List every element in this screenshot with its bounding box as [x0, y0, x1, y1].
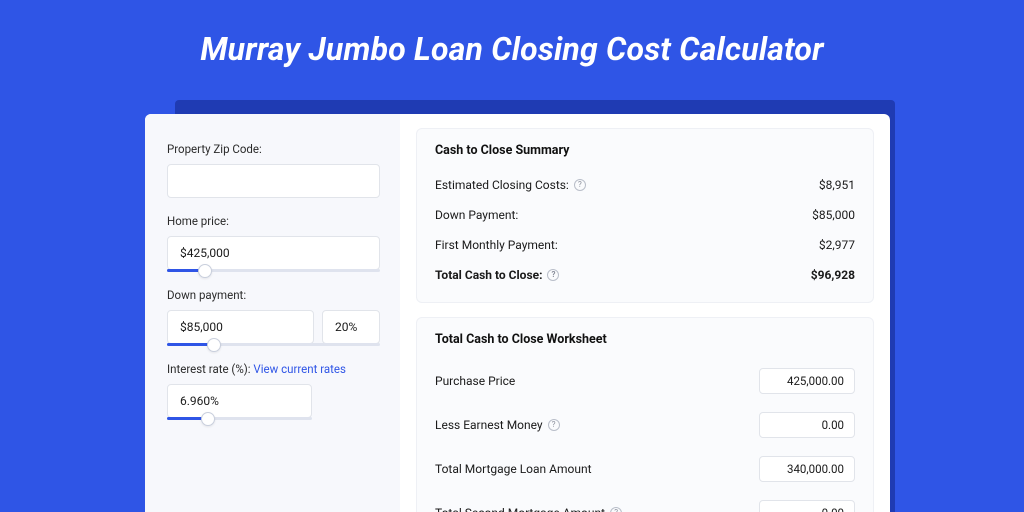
inputs-panel: Property Zip Code: Home price: $425,000 …: [145, 114, 400, 512]
summary-row-label: Estimated Closing Costs:: [435, 178, 569, 192]
summary-row: Estimated Closing Costs: ? $8,951: [435, 170, 855, 200]
worksheet-heading: Total Cash to Close Worksheet: [435, 332, 855, 347]
cash-to-close-summary: Cash to Close Summary Estimated Closing …: [416, 128, 874, 303]
slider-thumb[interactable]: [198, 264, 212, 278]
worksheet-row: Total Mortgage Loan Amount 340,000.00: [435, 447, 855, 491]
home-price-label: Home price:: [167, 214, 380, 228]
worksheet-row-label: Purchase Price: [435, 374, 515, 388]
interest-value: 6.960%: [180, 394, 219, 408]
slider-thumb[interactable]: [207, 338, 221, 352]
down-payment-field: Down payment: $85,000 20%: [167, 288, 380, 346]
cash-to-close-worksheet: Total Cash to Close Worksheet Purchase P…: [416, 317, 874, 512]
zip-field: Property Zip Code:: [167, 142, 380, 198]
view-current-rates-link[interactable]: View current rates: [253, 362, 346, 376]
summary-heading: Cash to Close Summary: [435, 143, 855, 158]
help-icon[interactable]: ?: [547, 269, 559, 281]
worksheet-row-label: Total Second Mortgage Amount: [435, 506, 605, 512]
summary-row-value: $85,000: [812, 208, 855, 222]
worksheet-row-value: 0.00: [822, 418, 844, 432]
down-payment-input[interactable]: $85,000: [167, 310, 314, 344]
summary-total-label: Total Cash to Close:: [435, 268, 542, 282]
summary-row-label: First Monthly Payment:: [435, 238, 558, 252]
zip-label: Property Zip Code:: [167, 142, 380, 156]
help-icon[interactable]: ?: [574, 179, 586, 191]
down-payment-label: Down payment:: [167, 288, 380, 302]
help-icon[interactable]: ?: [548, 419, 560, 431]
worksheet-input[interactable]: 0.00: [759, 412, 855, 438]
slider-thumb[interactable]: [201, 412, 215, 426]
down-payment-pct-value: 20%: [335, 320, 357, 334]
worksheet-row-label: Less Earnest Money: [435, 418, 543, 432]
summary-row-value: $2,977: [819, 238, 855, 252]
summary-row-label: Down Payment:: [435, 208, 518, 222]
worksheet-row: Purchase Price 425,000.00: [435, 359, 855, 403]
summary-total-value: $96,928: [811, 268, 855, 282]
worksheet-input[interactable]: 425,000.00: [759, 368, 855, 394]
worksheet-row: Total Second Mortgage Amount ? 0.00: [435, 491, 855, 512]
down-payment-slider[interactable]: [167, 343, 380, 346]
calculator-card: Property Zip Code: Home price: $425,000 …: [145, 114, 890, 512]
summary-row: Down Payment: $85,000: [435, 200, 855, 230]
worksheet-input[interactable]: 340,000.00: [759, 456, 855, 482]
summary-row-value: $8,951: [819, 178, 855, 192]
worksheet-row-label: Total Mortgage Loan Amount: [435, 462, 592, 476]
interest-label: Interest rate (%): View current rates: [167, 362, 380, 376]
home-price-slider[interactable]: [167, 269, 380, 272]
worksheet-row-value: 0.00: [822, 506, 844, 512]
worksheet-row-value: 340,000.00: [787, 462, 844, 476]
worksheet-row: Less Earnest Money ? 0.00: [435, 403, 855, 447]
interest-input[interactable]: 6.960%: [167, 384, 312, 418]
down-payment-pct-input[interactable]: 20%: [322, 310, 380, 344]
home-price-value: $425,000: [180, 246, 230, 260]
worksheet-row-value: 425,000.00: [787, 374, 844, 388]
summary-row: First Monthly Payment: $2,977: [435, 230, 855, 260]
worksheet-input[interactable]: 0.00: [759, 500, 855, 512]
home-price-field: Home price: $425,000: [167, 214, 380, 272]
interest-field: Interest rate (%): View current rates 6.…: [167, 362, 380, 420]
summary-total-row: Total Cash to Close: ? $96,928: [435, 260, 855, 290]
home-price-input[interactable]: $425,000: [167, 236, 380, 270]
page-title: Murray Jumbo Loan Closing Cost Calculato…: [0, 0, 1024, 88]
help-icon[interactable]: ?: [610, 507, 622, 512]
zip-input[interactable]: [167, 164, 380, 198]
results-panel: Cash to Close Summary Estimated Closing …: [400, 114, 890, 512]
slider-track: [167, 269, 380, 272]
slider-track: [167, 343, 380, 346]
interest-label-text: Interest rate (%):: [167, 362, 253, 376]
interest-slider[interactable]: [167, 417, 312, 420]
slider-track: [167, 417, 312, 420]
down-payment-value: $85,000: [180, 320, 223, 334]
